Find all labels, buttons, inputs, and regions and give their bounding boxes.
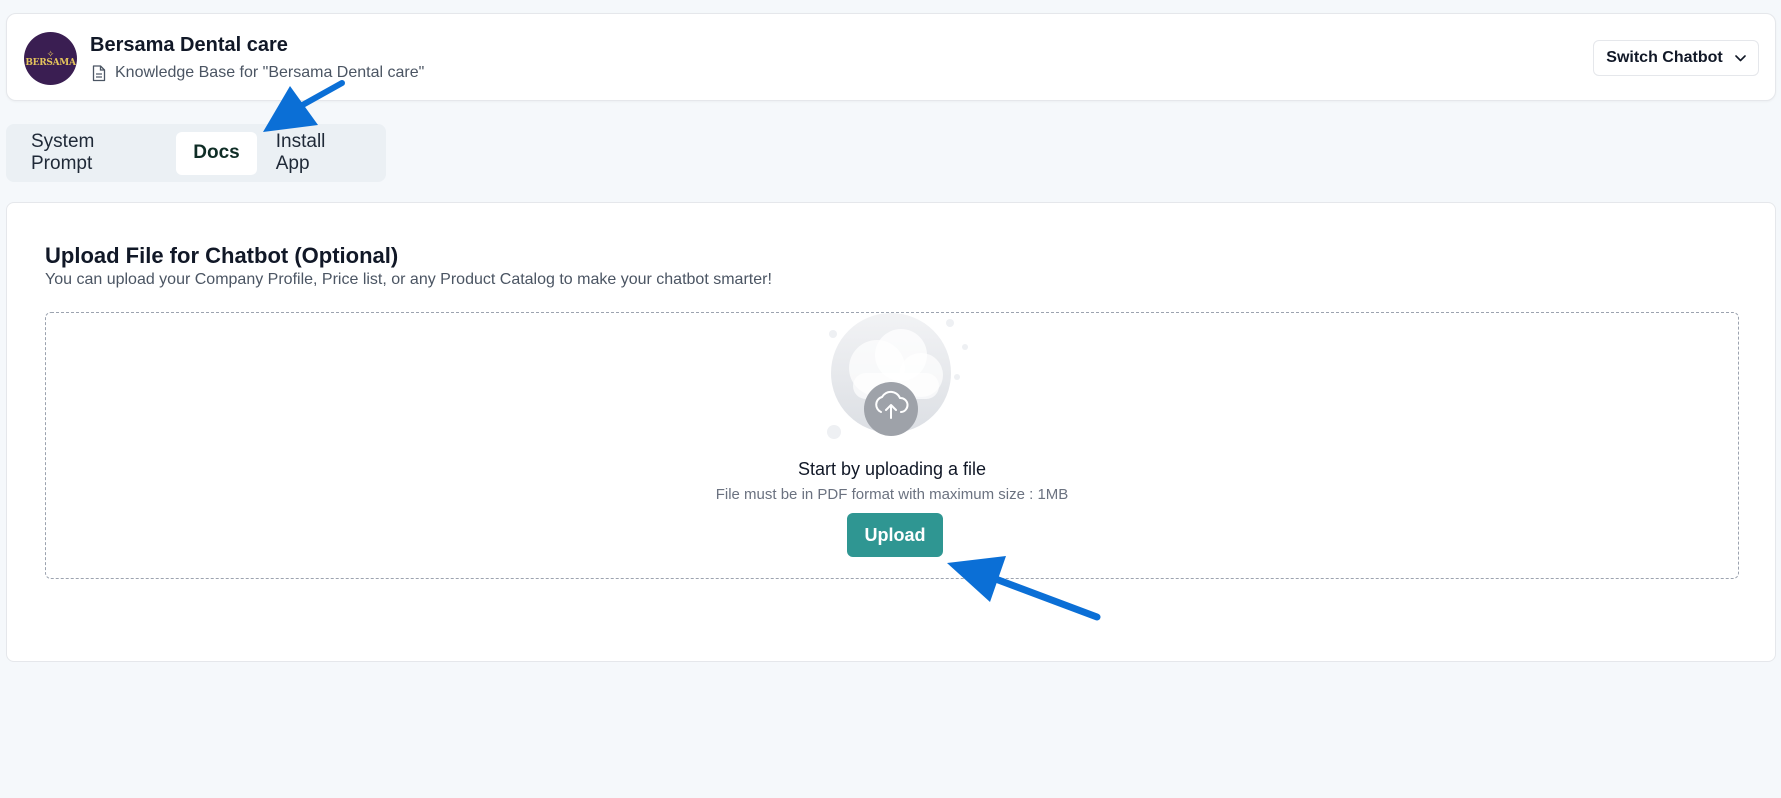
tab-install-app[interactable]: Install App <box>257 131 380 175</box>
section-title: Upload File for Chatbot (Optional) <box>45 243 399 268</box>
tab-system-prompt[interactable]: System Prompt <box>12 131 176 175</box>
chatbot-header: ✧ BERSAMA Bersama Dental care Knowledge … <box>6 13 1776 101</box>
switch-chatbot-button[interactable]: Switch Chatbot <box>1593 40 1759 76</box>
chevron-down-icon <box>1734 54 1746 61</box>
page: ✧ BERSAMA Bersama Dental care Knowledge … <box>0 0 1781 798</box>
tab-bar: System Prompt Docs Install App <box>6 124 386 182</box>
switch-chatbot-label: Switch Chatbot <box>1606 49 1723 66</box>
file-dropzone[interactable]: Start by uploading a file File must be i… <box>45 312 1739 579</box>
avatar: ✧ BERSAMA <box>24 32 77 85</box>
page-title: Bersama Dental care <box>90 34 288 56</box>
tab-docs[interactable]: Docs <box>176 131 257 175</box>
avatar-logo-text: BERSAMA <box>25 57 76 68</box>
document-icon <box>92 64 106 81</box>
knowledge-base-label: Knowledge Base for "Bersama Dental care" <box>115 64 425 81</box>
dropzone-hint: File must be in PDF format with maximum … <box>715 486 1069 503</box>
upload-card: Upload File for Chatbot (Optional) You c… <box>6 202 1776 662</box>
cloud-upload-icon <box>827 313 968 439</box>
dropzone-title: Start by uploading a file <box>797 459 987 479</box>
upload-button[interactable]: Upload <box>847 513 943 557</box>
knowledge-base-subtitle: Knowledge Base for "Bersama Dental care" <box>92 64 424 82</box>
section-subtitle: You can upload your Company Profile, Pri… <box>45 271 772 288</box>
logo-wing-icon: ✧ <box>46 48 55 59</box>
